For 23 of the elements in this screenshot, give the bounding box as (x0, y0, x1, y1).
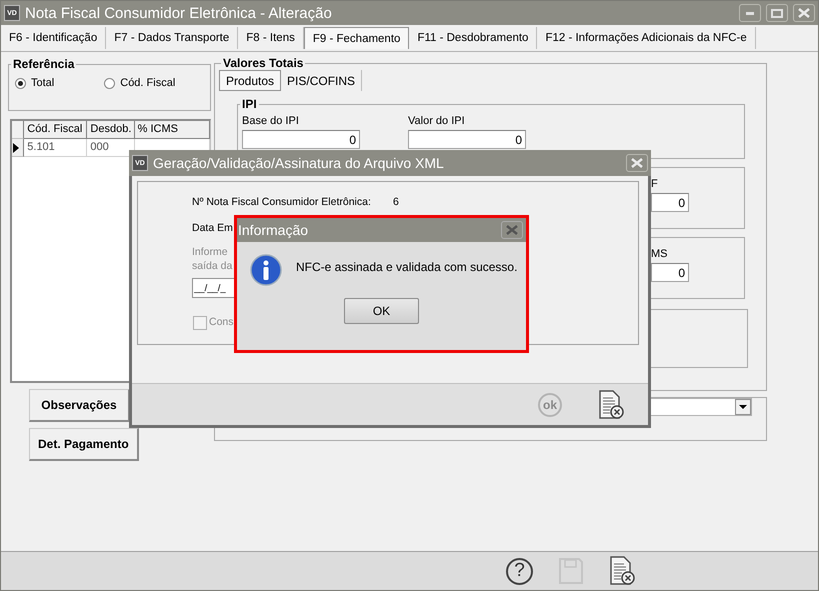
dialog-title: Informação (238, 222, 310, 238)
hint-text: Informe (192, 246, 228, 258)
field-label: Valor do IPI (408, 115, 466, 127)
dialog-title: Geração/Validação/Assinatura do Arquivo XML (153, 155, 445, 171)
table-cell: 5.101 (24, 139, 88, 157)
column-header: % ICMS (134, 121, 210, 139)
field-label: Nº Nota Fiscal Consumidor Eletrônica: (192, 196, 371, 208)
field-label: Base do IPI (242, 115, 300, 127)
info-message: NFC-e assinada e validada com sucesso. (296, 259, 518, 276)
group-title: IPI (241, 97, 258, 111)
field-label: Data Em (192, 222, 233, 234)
column-header: Cód. Fiscal (24, 121, 88, 139)
field-label: F (651, 178, 659, 190)
group-title: Valores Totais (222, 56, 304, 70)
group-title: Referência (12, 57, 76, 71)
checkbox-label: Cons (209, 316, 234, 328)
radio-label: Total (31, 77, 54, 89)
note-number: 6 (393, 196, 399, 208)
hint-text: saída da (192, 260, 232, 272)
column-header: Desdob. (87, 121, 135, 139)
field-label: MS (651, 248, 668, 260)
radio-label: Cód. Fiscal (120, 77, 176, 89)
window-title: Nota Fiscal Consumidor Eletrônica - Alteração (25, 4, 333, 22)
